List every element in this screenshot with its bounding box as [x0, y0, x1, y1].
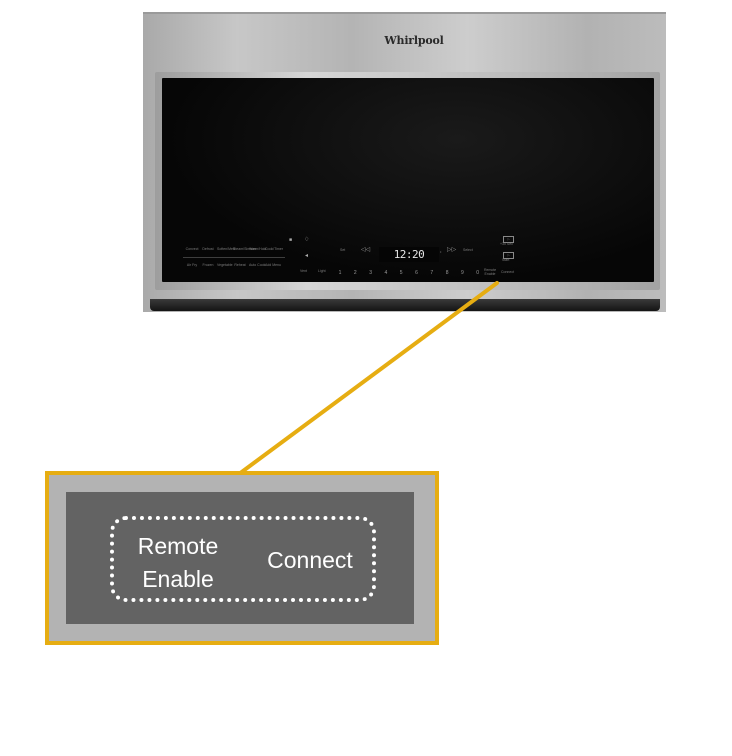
callout-connect-label: Connect: [267, 547, 353, 573]
callout-remote-text: Remote Enable: [137, 533, 219, 592]
callout-remote-enable-label: Remote Enable: [124, 530, 232, 596]
